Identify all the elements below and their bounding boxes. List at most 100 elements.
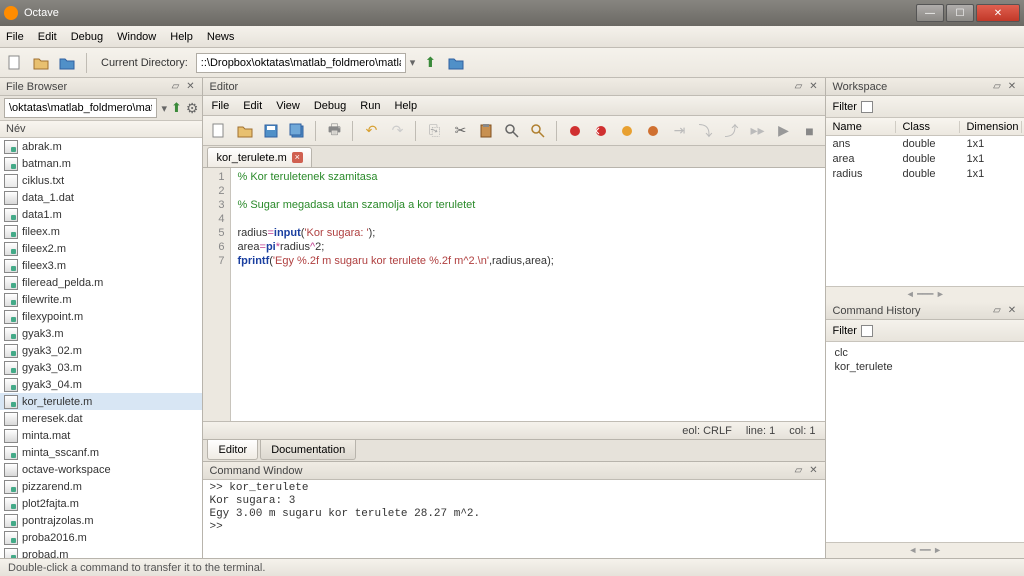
menu-debug[interactable]: Debug xyxy=(71,31,103,43)
open-folder2-icon[interactable] xyxy=(56,52,78,74)
file-row[interactable]: data_1.dat xyxy=(0,189,202,206)
print-icon[interactable]: 🖶 xyxy=(322,119,346,143)
up-icon[interactable]: ⬆ xyxy=(171,100,182,116)
editor-menu-edit[interactable]: Edit xyxy=(243,100,262,112)
command-history-list[interactable]: clckor_terulete xyxy=(826,342,1024,542)
stop-icon[interactable]: ■ xyxy=(797,119,821,143)
paste-icon[interactable] xyxy=(474,119,498,143)
maximize-button[interactable]: ☐ xyxy=(946,4,974,22)
find-icon[interactable] xyxy=(500,119,524,143)
step-in-icon[interactable]: ⤵ xyxy=(693,119,717,143)
open-folder-icon[interactable] xyxy=(30,52,52,74)
close-hist-icon[interactable]: ✕ xyxy=(1006,305,1018,317)
undock-icon[interactable]: ▱ xyxy=(169,81,181,93)
path-dropdown-icon[interactable]: ▾ xyxy=(161,102,167,115)
file-row[interactable]: batman.m xyxy=(0,155,202,172)
close-pane-icon[interactable]: ✕ xyxy=(184,81,196,93)
file-row[interactable]: minta.mat xyxy=(0,427,202,444)
open-script-icon[interactable] xyxy=(233,119,257,143)
workspace-row[interactable]: radiusdouble1x1 xyxy=(826,166,1024,181)
file-row[interactable]: proba2016.m xyxy=(0,529,202,546)
workspace-table[interactable]: Name Class Dimension ansdouble1x1areadou… xyxy=(826,118,1024,286)
editor-menu-help[interactable]: Help xyxy=(394,100,417,112)
command-window-body[interactable]: >> kor_terulete Kor sugara: 3 Egy 3.00 m… xyxy=(203,480,825,558)
code-editor[interactable]: 1234567 % Kor teruletenek szamitasa % Su… xyxy=(203,168,825,421)
undock-editor-icon[interactable]: ▱ xyxy=(792,81,804,93)
copy-icon[interactable]: ⎘ xyxy=(422,119,446,143)
ws-scrollbar[interactable]: ◄ ━━━ ► xyxy=(826,286,1024,302)
file-row[interactable]: plot2fajta.m xyxy=(0,495,202,512)
history-item[interactable]: clc xyxy=(834,346,1016,360)
editor-menu-debug[interactable]: Debug xyxy=(314,100,346,112)
tab-editor[interactable]: Editor xyxy=(207,440,258,460)
continue-icon[interactable]: ▸▸ xyxy=(745,119,769,143)
file-row[interactable]: minta_sscanf.m xyxy=(0,444,202,461)
workspace-row[interactable]: ansdouble1x1 xyxy=(826,136,1024,151)
gear-icon[interactable]: ⚙ xyxy=(186,100,199,117)
close-cmd-icon[interactable]: ✕ xyxy=(807,465,819,477)
file-row[interactable]: fileex2.m xyxy=(0,240,202,257)
ws-header-class[interactable]: Class xyxy=(896,121,960,133)
step-icon[interactable]: ⇥ xyxy=(667,119,691,143)
save-icon[interactable] xyxy=(259,119,283,143)
file-browser-path-input[interactable] xyxy=(4,98,157,118)
history-filter-checkbox[interactable] xyxy=(861,325,873,337)
file-row[interactable]: octave-workspace xyxy=(0,461,202,478)
file-list[interactable]: abrak.mbatman.mciklus.txtdata_1.datdata1… xyxy=(0,138,202,558)
ws-header-dim[interactable]: Dimension xyxy=(960,121,1022,133)
menu-window[interactable]: Window xyxy=(117,31,156,43)
find-replace-icon[interactable] xyxy=(526,119,550,143)
save-all-icon[interactable] xyxy=(285,119,309,143)
editor-menu-view[interactable]: View xyxy=(276,100,300,112)
breakpoint-clear-icon[interactable] xyxy=(641,119,665,143)
undock-ws-icon[interactable]: ▱ xyxy=(991,81,1003,93)
file-row[interactable]: gyak3_02.m xyxy=(0,342,202,359)
undock-hist-icon[interactable]: ▱ xyxy=(991,305,1003,317)
tab-close-icon[interactable]: × xyxy=(292,152,303,163)
file-row[interactable]: ciklus.txt xyxy=(0,172,202,189)
breakpoint-next-icon[interactable] xyxy=(615,119,639,143)
editor-menu-run[interactable]: Run xyxy=(360,100,380,112)
file-row[interactable]: fileread_pelda.m xyxy=(0,274,202,291)
file-row[interactable]: gyak3.m xyxy=(0,325,202,342)
file-list-header[interactable]: Név xyxy=(0,120,202,138)
menu-news[interactable]: News xyxy=(207,31,235,43)
step-out-icon[interactable]: ⤴ xyxy=(719,119,743,143)
up-folder-icon[interactable]: ⬆ xyxy=(419,52,441,74)
undock-cmd-icon[interactable]: ▱ xyxy=(792,465,804,477)
menu-help[interactable]: Help xyxy=(170,31,193,43)
undo-icon[interactable]: ↶ xyxy=(359,119,383,143)
hist-scrollbar[interactable]: ◄ ━━ ► xyxy=(826,542,1024,558)
file-row[interactable]: fileex.m xyxy=(0,223,202,240)
code-content[interactable]: % Kor teruletenek szamitasa % Sugar mega… xyxy=(231,168,825,421)
editor-menu-file[interactable]: File xyxy=(211,100,229,112)
ws-header-name[interactable]: Name xyxy=(826,121,896,133)
workspace-filter-checkbox[interactable] xyxy=(861,101,873,113)
run-icon[interactable]: ▶ xyxy=(771,119,795,143)
file-row[interactable]: probad.m xyxy=(0,546,202,558)
file-row[interactable]: filexypoint.m xyxy=(0,308,202,325)
browse-folder-icon[interactable] xyxy=(445,52,467,74)
file-tab[interactable]: kor_terulete.m × xyxy=(207,147,311,167)
close-ws-icon[interactable]: ✕ xyxy=(1006,81,1018,93)
cut-icon[interactable]: ✂ xyxy=(448,119,472,143)
menu-edit[interactable]: Edit xyxy=(38,31,57,43)
file-row[interactable]: fileex3.m xyxy=(0,257,202,274)
breakpoint-icon[interactable] xyxy=(563,119,587,143)
file-row[interactable]: meresek.dat xyxy=(0,410,202,427)
close-editor-icon[interactable]: ✕ xyxy=(807,81,819,93)
file-row[interactable]: kor_terulete.m xyxy=(0,393,202,410)
breakpoint-prev-icon[interactable] xyxy=(589,119,613,143)
file-row[interactable]: abrak.m xyxy=(0,138,202,155)
close-button[interactable]: ✕ xyxy=(976,4,1020,22)
history-item[interactable]: kor_terulete xyxy=(834,360,1016,374)
minimize-button[interactable]: — xyxy=(916,4,944,22)
file-row[interactable]: data1.m xyxy=(0,206,202,223)
file-row[interactable]: pizzarend.m xyxy=(0,478,202,495)
new-file-icon[interactable] xyxy=(4,52,26,74)
menu-file[interactable]: File xyxy=(6,31,24,43)
tab-documentation[interactable]: Documentation xyxy=(260,440,356,460)
file-row[interactable]: filewrite.m xyxy=(0,291,202,308)
current-directory-input[interactable] xyxy=(196,53,406,73)
file-row[interactable]: gyak3_03.m xyxy=(0,359,202,376)
